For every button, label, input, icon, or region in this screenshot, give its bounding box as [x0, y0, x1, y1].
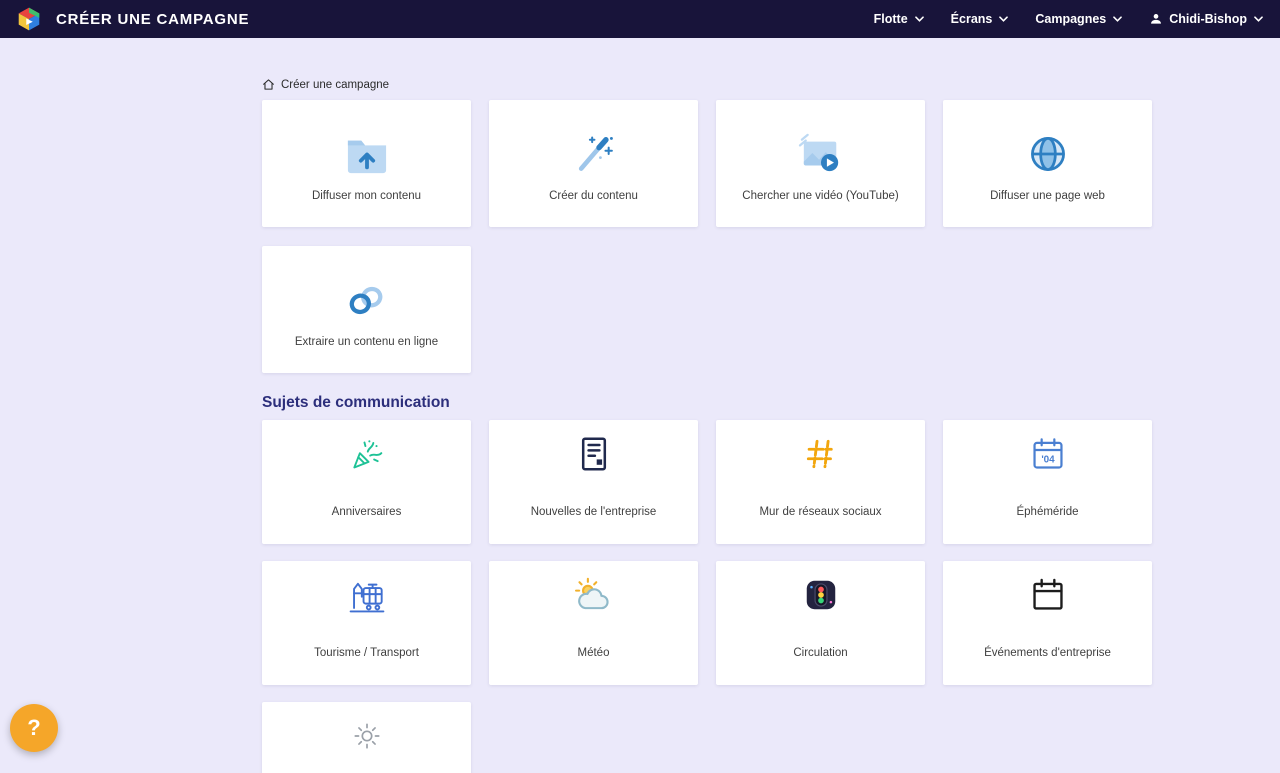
card-ephemeride[interactable]: '04 Éphéméride [943, 420, 1152, 544]
video-search-icon [798, 130, 844, 178]
card-creer-du-contenu[interactable]: Créer du contenu [489, 100, 698, 227]
card-label: Éphéméride [1010, 506, 1084, 518]
card-label: Événements d'entreprise [978, 647, 1117, 659]
card-evenements-entreprise[interactable]: Événements d'entreprise [943, 561, 1152, 685]
nav-menu-campagnes[interactable]: Campagnes [1035, 12, 1123, 26]
event-calendar-icon [1029, 575, 1067, 615]
traffic-light-icon [802, 575, 840, 615]
card-circulation[interactable]: Circulation [716, 561, 925, 685]
link-icon [344, 276, 390, 324]
chevron-down-icon [1112, 15, 1123, 23]
card-diffuser-mon-contenu[interactable]: Diffuser mon contenu [262, 100, 471, 227]
chevron-down-icon [998, 15, 1009, 23]
creation-cards-grid: Diffuser mon contenu Créer du [262, 100, 1152, 373]
card-chercher-une-video[interactable]: Chercher une vidéo (YouTube) [716, 100, 925, 227]
nav-menu-label: Flotte [874, 12, 908, 26]
help-button[interactable]: ? [10, 704, 58, 752]
card-tourisme-transport[interactable]: Tourisme / Transport [262, 561, 471, 685]
home-icon [262, 78, 275, 91]
page-title: CRÉER UNE CAMPAGNE [56, 11, 249, 28]
app-logo[interactable] [16, 6, 42, 32]
card-label: Circulation [787, 647, 853, 659]
user-icon [1149, 12, 1163, 26]
party-popper-icon [348, 434, 386, 474]
svg-text:'04: '04 [1041, 455, 1055, 466]
card-label: Extraire un contenu en ligne [289, 336, 444, 348]
card-label: Créer du contenu [543, 190, 644, 202]
card-meteo[interactable]: Météo [489, 561, 698, 685]
main-content: Créer une campagne Diffuser mon contenu [0, 0, 1280, 773]
nav-menu-label: Campagnes [1035, 12, 1106, 26]
card-label: Nouvelles de l'entreprise [525, 506, 663, 518]
nav-menu-flotte[interactable]: Flotte [874, 12, 925, 26]
user-name: Chidi-Bishop [1169, 12, 1247, 26]
breadcrumb-label: Créer une campagne [281, 79, 389, 91]
ephemeris-calendar-icon: '04 [1029, 434, 1067, 474]
upload-folder-icon [344, 130, 390, 178]
newspaper-icon [576, 434, 612, 474]
globe-icon [1026, 130, 1070, 178]
top-navbar: CRÉER UNE CAMPAGNE Flotte Écrans Campagn… [0, 0, 1280, 38]
card-nouvelles-entreprise[interactable]: Nouvelles de l'entreprise [489, 420, 698, 544]
user-menu[interactable]: Chidi-Bishop [1149, 12, 1264, 26]
nav-menu-label: Écrans [951, 12, 993, 26]
chevron-down-icon [1253, 15, 1264, 23]
card-partial-bottom[interactable] [262, 702, 471, 773]
weather-icon [573, 575, 615, 615]
card-label: Météo [572, 647, 616, 659]
card-mur-reseaux-sociaux[interactable]: Mur de réseaux sociaux [716, 420, 925, 544]
card-label: Anniversaires [326, 506, 408, 518]
transport-icon [346, 575, 388, 615]
cube-play-logo-icon [16, 6, 42, 32]
navbar-menu: Flotte Écrans Campagnes Chidi-Bishop [874, 12, 1264, 26]
chevron-down-icon [914, 15, 925, 23]
magic-wand-icon [572, 130, 616, 178]
card-diffuser-une-page-web[interactable]: Diffuser une page web [943, 100, 1152, 227]
card-label: Mur de réseaux sociaux [753, 506, 887, 518]
hashtag-wall-icon [802, 434, 840, 474]
card-extraire-un-contenu[interactable]: Extraire un contenu en ligne [262, 246, 471, 373]
nav-menu-ecrans[interactable]: Écrans [951, 12, 1010, 26]
card-label: Diffuser mon contenu [306, 190, 427, 202]
topic-cards-grid: Anniversaires Nouvelles de l'entreprise [262, 420, 1152, 773]
section-title-topics: Sujets de communication [262, 395, 1152, 411]
breadcrumb[interactable]: Créer une campagne [262, 78, 389, 91]
gear-icon [352, 716, 382, 756]
card-anniversaires[interactable]: Anniversaires [262, 420, 471, 544]
card-label: Chercher une vidéo (YouTube) [736, 190, 904, 202]
card-label: Tourisme / Transport [308, 647, 425, 659]
card-label: Diffuser une page web [984, 190, 1111, 202]
